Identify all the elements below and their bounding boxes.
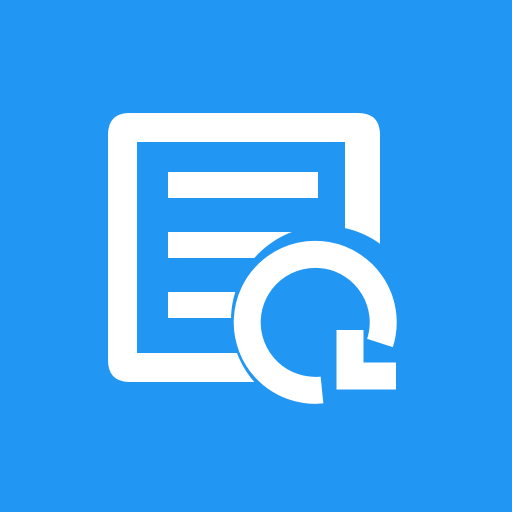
- document-refresh-icon: [108, 113, 397, 404]
- app-icon: [0, 0, 512, 512]
